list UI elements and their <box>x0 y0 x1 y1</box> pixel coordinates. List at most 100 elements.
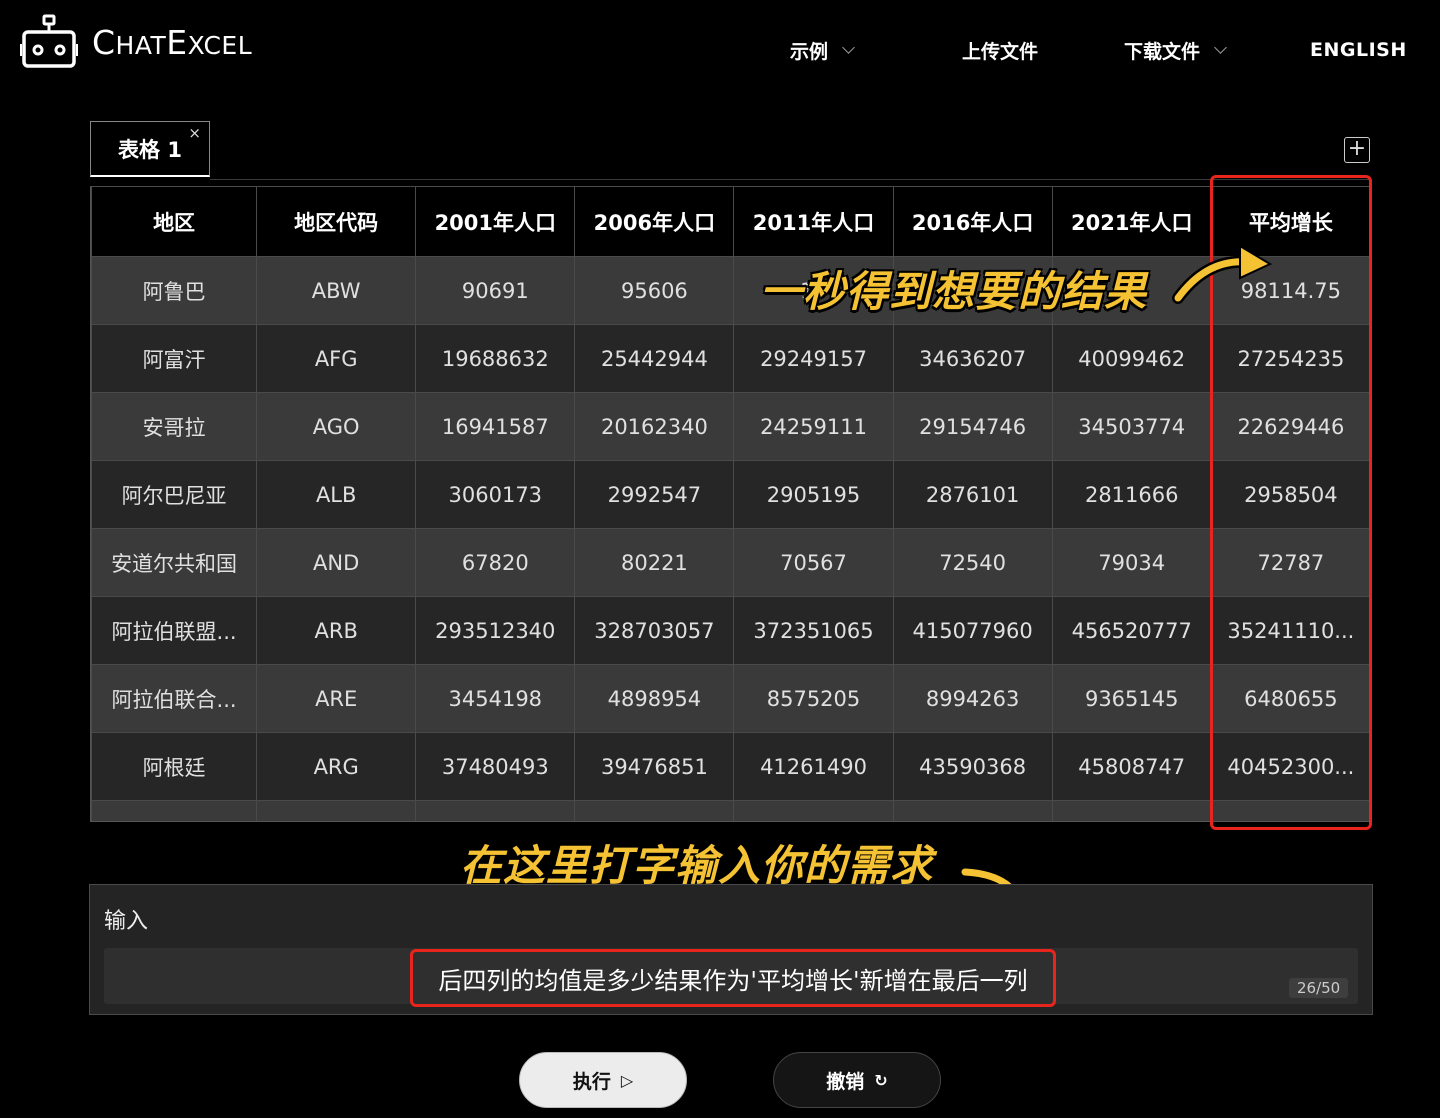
table-cell[interactable]: 39476851 <box>574 732 735 801</box>
nav-examples[interactable]: 示例 <box>790 30 855 70</box>
table-cell[interactable]: 415077960 <box>892 596 1053 665</box>
table-cell[interactable]: 19688632 <box>415 324 576 393</box>
table-cell-average-growth[interactable]: 72787 <box>1210 528 1369 597</box>
robot-icon <box>20 14 78 68</box>
table-row[interactable]: 阿根廷 ARG 37480493 39476851 41261490 43590368 45… <box>91 732 1369 801</box>
table-row[interactable] <box>91 800 1369 821</box>
table-row[interactable]: 阿拉伯联盟... ARB 293512340 328703057 372351065 41… <box>91 596 1369 665</box>
table-cell[interactable]: 72540 <box>892 528 1053 597</box>
column-header[interactable]: 地区代码 <box>256 186 417 257</box>
table-cell[interactable]: 8994263 <box>892 664 1053 733</box>
table-cell-average-growth[interactable] <box>1210 800 1369 821</box>
tab-divider <box>210 179 1370 180</box>
app-logo[interactable]: CHATEXCEL <box>20 12 252 72</box>
table-cell[interactable]: 25442944 <box>574 324 735 393</box>
table-cell[interactable]: 45808747 <box>1051 732 1212 801</box>
table-cell[interactable]: 29249157 <box>733 324 894 393</box>
table-cell[interactable]: AFG <box>256 324 417 393</box>
table-cell[interactable]: 2992547 <box>574 460 735 529</box>
table-cell[interactable]: 阿富汗 <box>91 324 258 393</box>
table-cell-average-growth[interactable]: 40452300... <box>1210 732 1369 801</box>
close-icon[interactable]: × <box>188 124 201 142</box>
nav-upload[interactable]: 上传文件 <box>962 30 1038 70</box>
table-cell[interactable]: 43590368 <box>892 732 1053 801</box>
column-header[interactable]: 2006年人口 <box>574 186 735 257</box>
table-cell[interactable]: 293512340 <box>415 596 576 665</box>
column-header[interactable]: 地区 <box>91 186 258 257</box>
table-cell[interactable]: ARE <box>256 664 417 733</box>
table-cell[interactable]: 9365145 <box>1051 664 1212 733</box>
table-cell[interactable]: 3060173 <box>415 460 576 529</box>
table-cell[interactable]: 80221 <box>574 528 735 597</box>
table-cell[interactable] <box>1051 800 1212 821</box>
table-cell[interactable]: 79034 <box>1051 528 1212 597</box>
table-cell[interactable]: 41261490 <box>733 732 894 801</box>
tab-sheet-1[interactable]: 表格 1 × <box>90 121 210 177</box>
table-cell[interactable] <box>256 800 417 821</box>
table-cell[interactable]: 90691 <box>415 256 576 325</box>
table-cell[interactable]: 34636207 <box>892 324 1053 393</box>
table-cell[interactable]: 95606 <box>574 256 735 325</box>
add-tab-button[interactable]: + <box>1344 137 1370 163</box>
table-cell[interactable]: 37480493 <box>415 732 576 801</box>
table-cell[interactable] <box>892 800 1053 821</box>
table-cell[interactable] <box>415 800 576 821</box>
table-cell-average-growth[interactable]: 22629446 <box>1210 392 1369 461</box>
table-cell[interactable]: AGO <box>256 392 417 461</box>
table-cell[interactable]: 阿尔巴尼亚 <box>91 460 258 529</box>
table-cell[interactable]: 16941587 <box>415 392 576 461</box>
column-header[interactable]: 2001年人口 <box>415 186 576 257</box>
nav-examples-label: 示例 <box>790 40 829 63</box>
table-cell[interactable]: 阿鲁巴 <box>91 256 258 325</box>
table-row[interactable]: 安哥拉 AGO 16941587 20162340 24259111 29154746 34… <box>91 392 1369 461</box>
table-cell[interactable] <box>574 800 735 821</box>
table-cell[interactable]: 40099462 <box>1051 324 1212 393</box>
table-cell-average-growth[interactable]: 2958504 <box>1210 460 1369 529</box>
column-header[interactable]: 2011年人口 <box>733 186 894 257</box>
table-cell[interactable]: 3454198 <box>415 664 576 733</box>
table-cell-average-growth[interactable]: 35241110... <box>1210 596 1369 665</box>
table-row[interactable]: 阿拉伯联合... ARE 3454198 4898954 8575205 8994263 9… <box>91 664 1369 733</box>
table-cell[interactable]: 24259111 <box>733 392 894 461</box>
table-cell[interactable]: 328703057 <box>574 596 735 665</box>
table-cell[interactable]: 2811666 <box>1051 460 1212 529</box>
table-cell[interactable]: 阿拉伯联盟... <box>91 596 258 665</box>
table-cell[interactable]: 70567 <box>733 528 894 597</box>
nav-download-label: 下载文件 <box>1124 40 1201 63</box>
table-row[interactable]: 阿富汗 AFG 19688632 25442944 29249157 34636207 40… <box>91 324 1369 393</box>
nav-language-english[interactable]: ENGLISH <box>1310 30 1407 70</box>
table-cell[interactable]: 67820 <box>415 528 576 597</box>
column-header[interactable]: 2016年人口 <box>892 186 1053 257</box>
table-row[interactable]: 阿尔巴尼亚 ALB 3060173 2992547 2905195 2876101 2811… <box>91 460 1369 529</box>
play-icon: ▷ <box>620 1070 634 1090</box>
request-input-value[interactable]: 后四列的均值是多少结果作为'平均增长'新增在最后一列 <box>410 949 1056 1007</box>
table-cell[interactable]: 8575205 <box>733 664 894 733</box>
table-cell[interactable]: 456520777 <box>1051 596 1212 665</box>
table-cell[interactable]: 4898954 <box>574 664 735 733</box>
table-cell[interactable]: ARG <box>256 732 417 801</box>
nav-download[interactable]: 下载文件 <box>1124 30 1227 70</box>
table-cell[interactable]: AND <box>256 528 417 597</box>
table-cell-average-growth[interactable]: 27254235 <box>1210 324 1369 393</box>
table-cell[interactable]: 安道尔共和国 <box>91 528 258 597</box>
undo-button[interactable]: 撤销 ↻ <box>773 1052 941 1108</box>
table-cell[interactable]: 2905195 <box>733 460 894 529</box>
execute-button[interactable]: 执行 ▷ <box>519 1052 687 1108</box>
table-cell-average-growth[interactable]: 6480655 <box>1210 664 1369 733</box>
table-cell[interactable]: 29154746 <box>892 392 1053 461</box>
table-cell[interactable]: 372351065 <box>733 596 894 665</box>
undo-label: 撤销 <box>826 1070 865 1093</box>
table-cell[interactable] <box>91 800 258 821</box>
table-cell[interactable]: 阿拉伯联合... <box>91 664 258 733</box>
table-cell[interactable]: 2876101 <box>892 460 1053 529</box>
table-cell[interactable]: ARB <box>256 596 417 665</box>
table-cell[interactable]: 阿根廷 <box>91 732 258 801</box>
table-cell[interactable]: ALB <box>256 460 417 529</box>
table-cell[interactable]: 安哥拉 <box>91 392 258 461</box>
callout-result: 一秒得到想要的结果 <box>760 267 1148 316</box>
table-cell[interactable] <box>733 800 894 821</box>
table-cell[interactable]: 20162340 <box>574 392 735 461</box>
table-row[interactable]: 安道尔共和国 AND 67820 80221 70567 72540 79034 72787 <box>91 528 1369 597</box>
table-cell[interactable]: 34503774 <box>1051 392 1212 461</box>
table-cell[interactable]: ABW <box>256 256 417 325</box>
